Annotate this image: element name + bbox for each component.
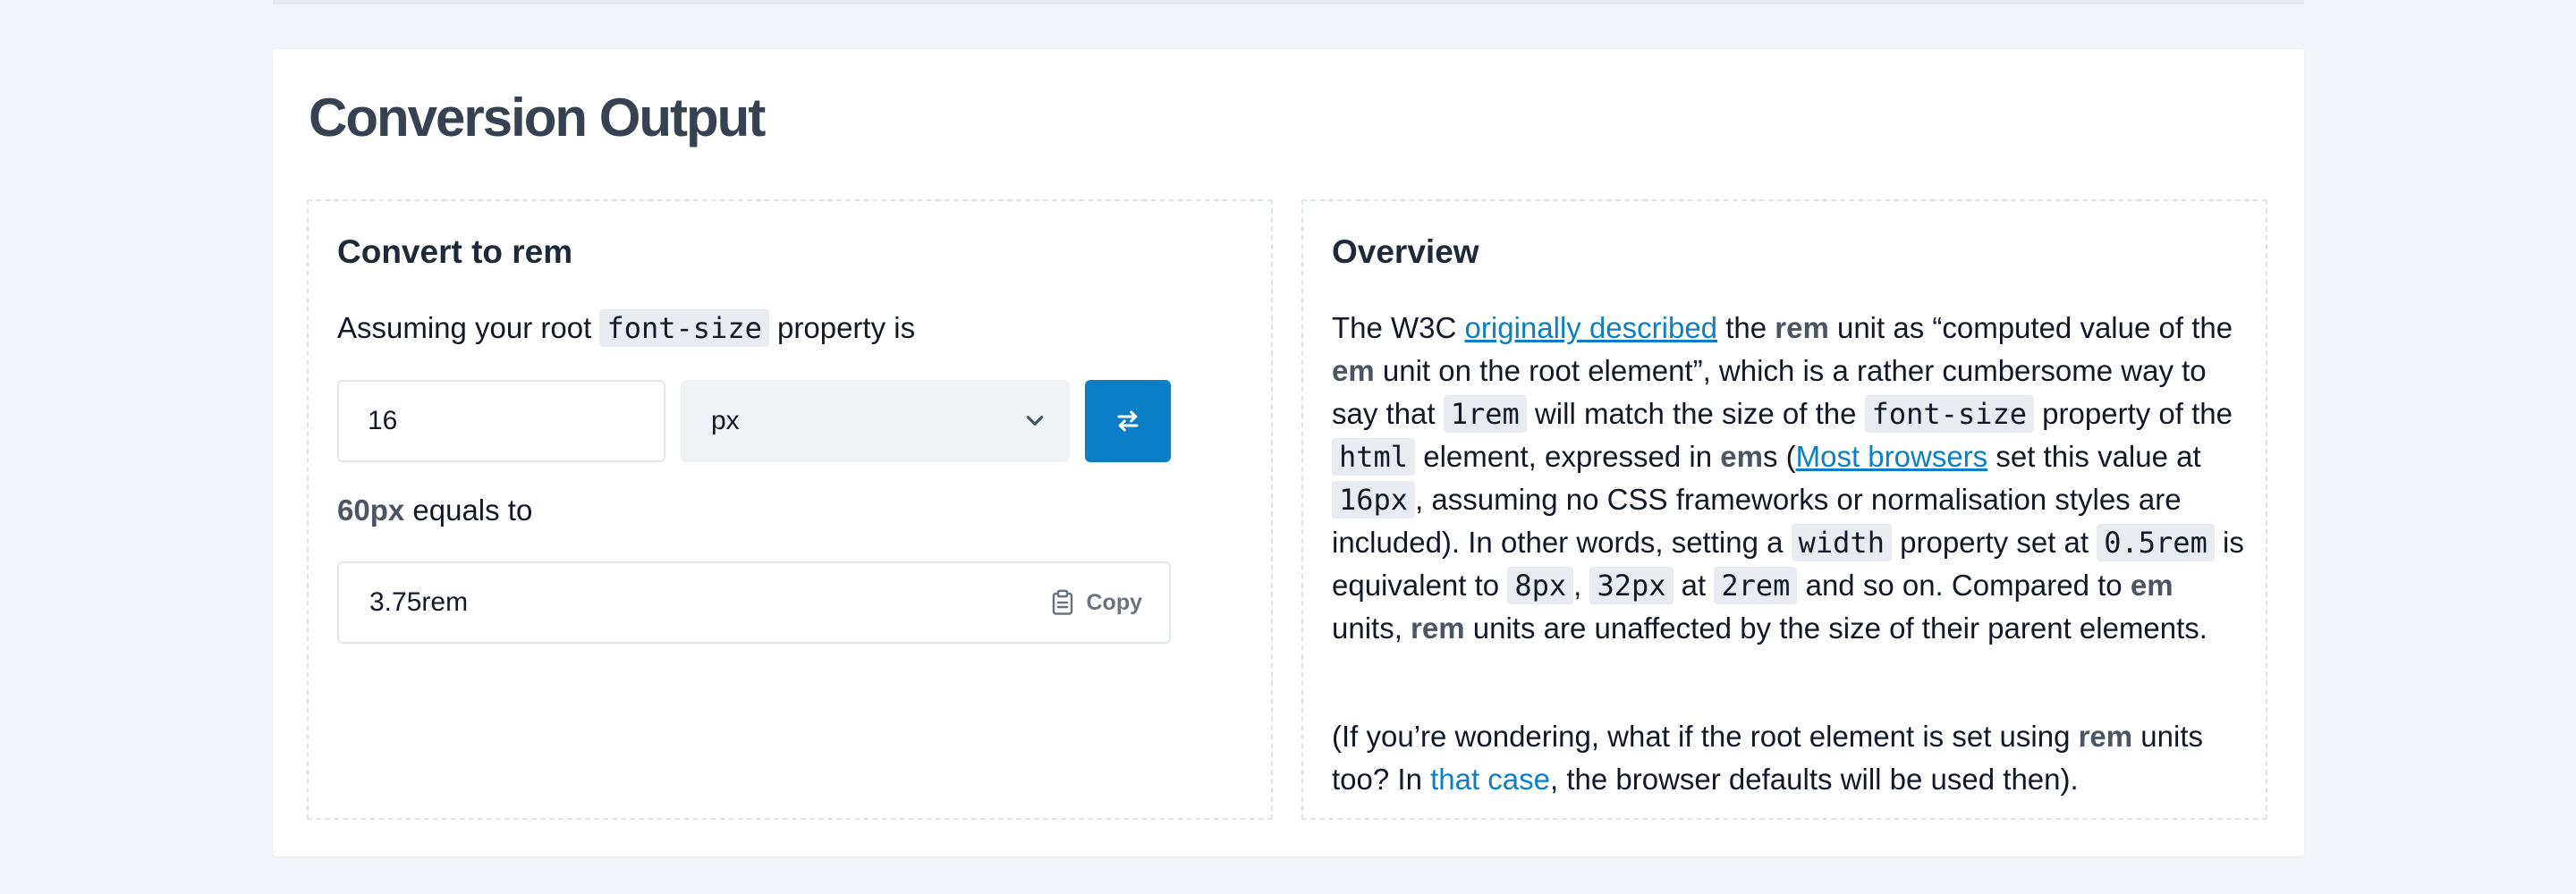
inline-code: 2rem — [1714, 567, 1798, 604]
swap-arrows-icon — [1117, 410, 1139, 432]
that-case-link[interactable]: that case — [1430, 763, 1550, 796]
most-browsers-link[interactable]: Most browsers — [1796, 440, 1988, 473]
overview-paragraph-2: (If you’re wondering, what if the root e… — [1332, 720, 2204, 796]
overview-heading: Overview — [1332, 233, 1479, 270]
originally-described-link[interactable]: originally described — [1465, 311, 1717, 344]
clipboard-icon — [1052, 589, 1072, 615]
inline-code: 0.5rem — [2097, 524, 2215, 561]
inline-code: 16px — [1332, 481, 1416, 519]
font-size-code: font-size — [599, 309, 769, 347]
unit-select[interactable]: px — [681, 380, 1070, 462]
copy-label: Copy — [1086, 589, 1143, 615]
top-divider — [273, 0, 2304, 4]
inline-code: font-size — [1864, 395, 2035, 433]
overview-panel: Overview The W3C originally described th… — [1301, 199, 2267, 820]
convert-panel: Convert to rem Assuming your root font-s… — [307, 199, 1273, 820]
overview-paragraph-1: The W3C originally described the rem uni… — [1332, 311, 2244, 645]
swap-units-button[interactable] — [1085, 380, 1171, 462]
unit-selected-value: px — [711, 406, 740, 435]
result-value: 3.75rem — [369, 587, 469, 617]
conversion-output-card: Conversion Output Convert to rem Assumin… — [273, 49, 2304, 856]
convert-heading: Convert to rem — [337, 233, 573, 270]
copy-button[interactable]: Copy — [1051, 586, 1143, 619]
inline-code: 32px — [1589, 567, 1674, 604]
source-value: 60px — [337, 493, 405, 527]
root-size-input[interactable] — [337, 380, 665, 462]
page-title: Conversion Output — [309, 88, 766, 148]
inline-code: width — [1791, 524, 1892, 561]
inline-code: html — [1332, 438, 1416, 476]
root-font-size-label: Assuming your root font-size property is — [337, 309, 916, 347]
result-output: 3.75rem Copy — [337, 561, 1171, 644]
inline-code: 1rem — [1443, 395, 1527, 433]
inline-code: 8px — [1507, 567, 1574, 604]
chevron-down-icon — [1026, 416, 1044, 426]
equals-label: 60px equals to — [337, 493, 533, 527]
